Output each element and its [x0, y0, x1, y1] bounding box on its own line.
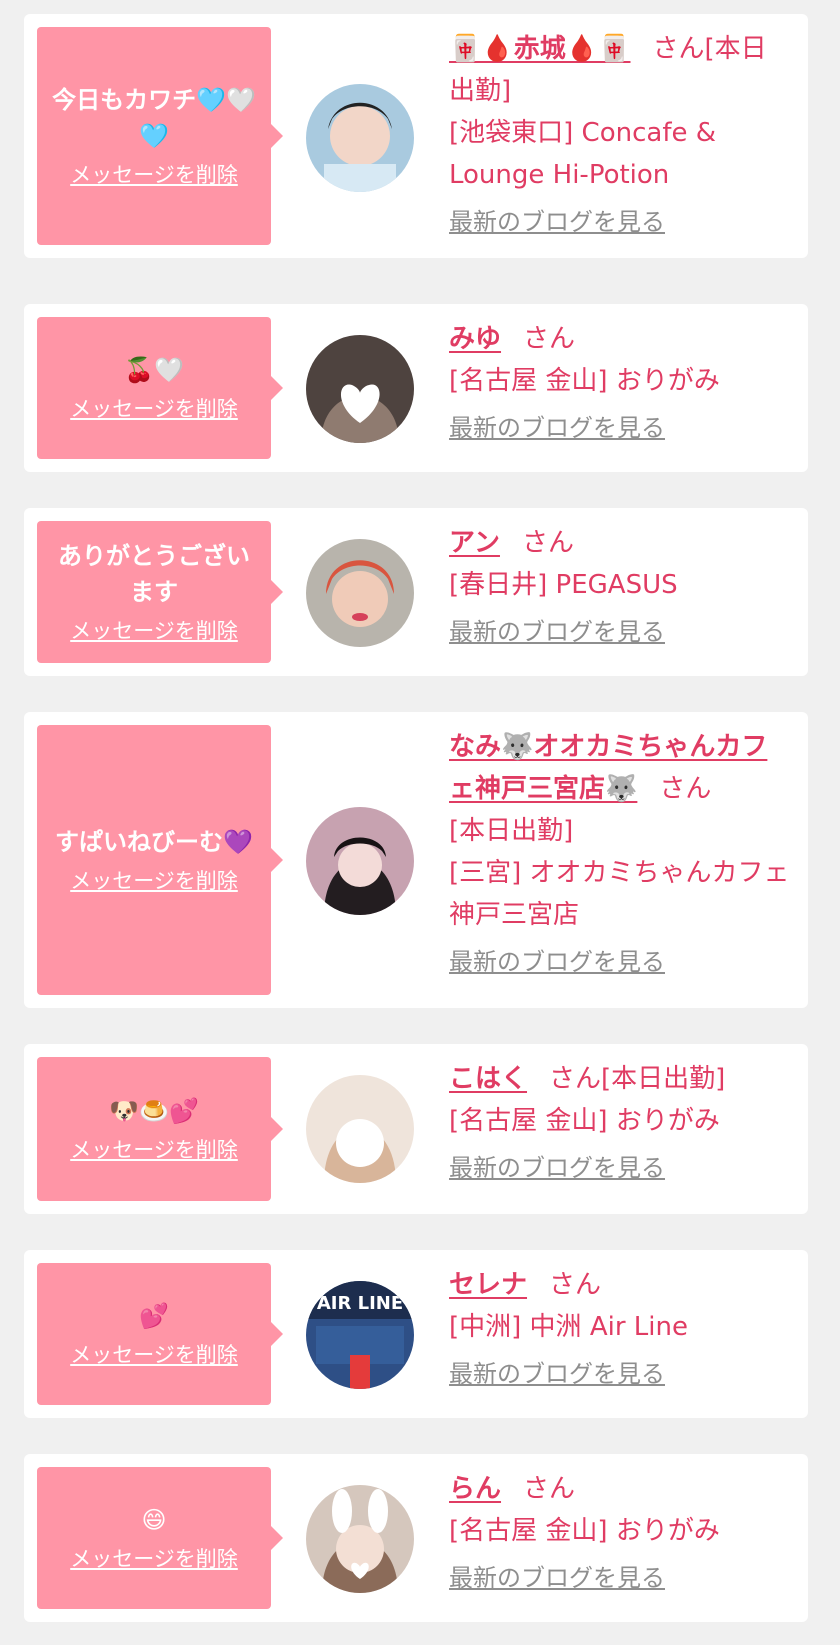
girl-info: なみ🐺オオカミちゃんカフェ神戸三宮店🐺 さん [本日出勤] [三宮] オオカミちゃ…	[449, 726, 790, 980]
store-name: [三宮] オオカミちゃんカフェ神戸三宮店	[449, 858, 790, 930]
girl-name-link[interactable]: 🀄🩸赤城🩸🀄	[449, 34, 631, 64]
delete-message-button[interactable]: メッセージを削除	[70, 1544, 238, 1574]
san-suffix: さん	[549, 1064, 602, 1094]
favorite-card: ありがとうございます メッセージを削除 アン さん [春日井] PEGASUS 最…	[24, 508, 808, 676]
name-line: みゆ さん	[449, 318, 790, 360]
san-suffix: さん	[652, 34, 705, 64]
delete-message-button[interactable]: メッセージを削除	[70, 394, 238, 424]
avatar[interactable]	[306, 335, 414, 443]
avatar[interactable]	[306, 1075, 414, 1183]
latest-blog-link[interactable]: 最新のブログを見る	[449, 204, 665, 240]
message-bubble: 💕 メッセージを削除	[37, 1263, 283, 1405]
girl-info: こはく さん[本日出勤] [名古屋 金山] おりがみ 最新のブログを見る	[449, 1058, 790, 1186]
favorites-list: 今日もカワチ🩵🤍🩵 メッセージを削除 🀄🩸赤城🩸🀄 さん[本日出勤] [池袋東口]…	[0, 0, 840, 1645]
san-suffix: さん	[523, 324, 576, 354]
name-line: こはく さん[本日出勤]	[449, 1058, 790, 1100]
avatar-sign-text: AIR LINE	[317, 1293, 403, 1314]
delete-message-button[interactable]: メッセージを削除	[70, 616, 238, 646]
name-line: 🀄🩸赤城🩸🀄 さん[本日出勤]	[449, 28, 790, 112]
message-text: ありがとうございます	[58, 542, 250, 606]
girl-name-link[interactable]: こはく	[449, 1064, 527, 1094]
message-bubble: 🍒🤍 メッセージを削除	[37, 317, 283, 459]
delete-message-button[interactable]: メッセージを削除	[70, 1340, 238, 1370]
latest-blog-link[interactable]: 最新のブログを見る	[449, 410, 665, 446]
name-status-suffix: [本日出勤]	[601, 1064, 726, 1094]
message-text: 🍒🤍	[124, 356, 184, 384]
name-line: アン さん	[449, 522, 790, 564]
avatar-photo	[306, 335, 414, 443]
delete-message-button[interactable]: メッセージを削除	[70, 866, 238, 896]
name-line: セレナ さん	[449, 1264, 790, 1306]
store-name: [中洲] 中洲 Air Line	[449, 1312, 688, 1342]
store-name: [名古屋 金山] おりがみ	[449, 366, 720, 396]
girl-info: みゆ さん [名古屋 金山] おりがみ 最新のブログを見る	[449, 318, 790, 446]
favorite-card: 🐶🍮💕 メッセージを削除 こはく さん[本日出勤] [名古屋 金山] おりがみ 最…	[24, 1044, 808, 1214]
avatar-photo: AIR LINE	[306, 1281, 414, 1389]
girl-info: 🀄🩸赤城🩸🀄 さん[本日出勤] [池袋東口] Concafe & Lounge H…	[449, 28, 790, 240]
message-bubble: ありがとうございます メッセージを削除	[37, 521, 283, 663]
store-name: [名古屋 金山] おりがみ	[449, 1106, 720, 1136]
san-suffix: さん	[549, 1270, 602, 1300]
avatar-photo	[306, 807, 414, 915]
favorite-card: 🍒🤍 メッセージを削除 みゆ さん [名古屋 金山] おりがみ 最新のブログを見る	[24, 304, 808, 472]
message-text: 😄	[141, 1506, 167, 1534]
message-bubble: すぱいねびーむ💜 メッセージを削除	[37, 725, 283, 995]
avatar-photo	[306, 539, 414, 647]
girl-name-link[interactable]: アン	[449, 528, 500, 558]
san-suffix: さん	[523, 1474, 576, 1504]
favorite-card: すぱいねびーむ💜 メッセージを削除 なみ🐺オオカミちゃんカフェ神戸三宮店🐺 さん …	[24, 712, 808, 1008]
san-suffix: さん	[659, 774, 712, 804]
favorite-card: 今日もカワチ🩵🤍🩵 メッセージを削除 🀄🩸赤城🩸🀄 さん[本日出勤] [池袋東口]…	[24, 14, 808, 258]
girl-info: らん さん [名古屋 金山] おりがみ 最新のブログを見る	[449, 1468, 790, 1596]
message-text: 今日もカワチ🩵🤍🩵	[52, 86, 256, 150]
delete-message-button[interactable]: メッセージを削除	[70, 1135, 238, 1165]
message-text: 🐶🍮💕	[109, 1097, 199, 1125]
latest-blog-link[interactable]: 最新のブログを見る	[449, 614, 665, 650]
latest-blog-link[interactable]: 最新のブログを見る	[449, 944, 665, 980]
favorite-card: 😄 メッセージを削除 らん さん [名古屋 金山] おりがみ 最新のブログを見る	[24, 1454, 808, 1622]
message-bubble: 😄 メッセージを削除	[37, 1467, 283, 1609]
latest-blog-link[interactable]: 最新のブログを見る	[449, 1356, 665, 1392]
girl-name-link[interactable]: らん	[449, 1474, 501, 1504]
girl-name-link[interactable]: セレナ	[449, 1270, 527, 1300]
avatar[interactable]	[306, 807, 414, 915]
avatar[interactable]	[306, 84, 414, 192]
avatar[interactable]: AIR LINE	[306, 1281, 414, 1389]
girl-name-link[interactable]: なみ🐺オオカミちゃんカフェ神戸三宮店🐺	[449, 732, 767, 804]
avatar[interactable]	[306, 1485, 414, 1593]
name-line: なみ🐺オオカミちゃんカフェ神戸三宮店🐺 さん	[449, 726, 790, 810]
work-status: [本日出勤]	[449, 816, 574, 846]
message-text: 💕	[139, 1302, 169, 1330]
san-suffix: さん	[521, 528, 574, 558]
name-line: らん さん	[449, 1468, 790, 1510]
store-name: [池袋東口] Concafe & Lounge Hi-Potion	[449, 118, 717, 190]
message-bubble: 🐶🍮💕 メッセージを削除	[37, 1057, 283, 1201]
store-name: [春日井] PEGASUS	[449, 570, 678, 600]
girl-info: セレナ さん [中洲] 中洲 Air Line 最新のブログを見る	[449, 1264, 790, 1392]
store-name: [名古屋 金山] おりがみ	[449, 1516, 720, 1546]
message-text: すぱいねびーむ💜	[55, 828, 253, 856]
avatar-photo	[306, 1075, 414, 1183]
favorite-card: 💕 メッセージを削除 AIR LINE セレナ さん [中洲] 中洲 Air Li…	[24, 1250, 808, 1418]
latest-blog-link[interactable]: 最新のブログを見る	[449, 1560, 665, 1596]
message-bubble: 今日もカワチ🩵🤍🩵 メッセージを削除	[37, 27, 283, 245]
avatar-photo	[306, 1485, 414, 1593]
latest-blog-link[interactable]: 最新のブログを見る	[449, 1150, 665, 1186]
girl-name-link[interactable]: みゆ	[449, 324, 501, 354]
girl-info: アン さん [春日井] PEGASUS 最新のブログを見る	[449, 522, 790, 650]
delete-message-button[interactable]: メッセージを削除	[70, 160, 238, 190]
avatar[interactable]	[306, 539, 414, 647]
avatar-photo	[306, 84, 414, 192]
